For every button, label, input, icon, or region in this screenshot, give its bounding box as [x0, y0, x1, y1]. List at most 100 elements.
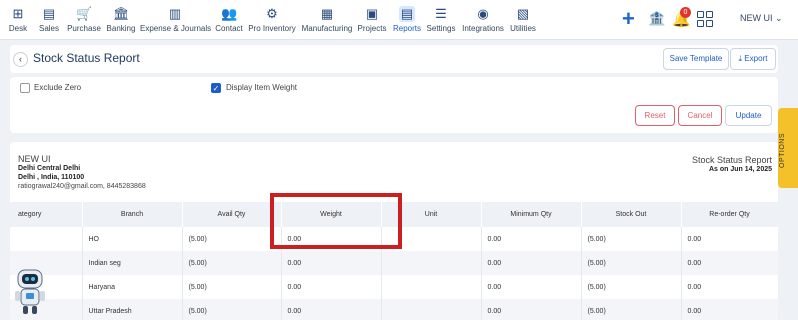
reset-button[interactable]: Reset: [635, 105, 675, 126]
exclude-zero-label: Exclude Zero: [34, 83, 82, 92]
table-cell: Uttar Pradesh: [82, 299, 183, 320]
nav-item-pro-inventory[interactable]: ⚙ Pro Inventory: [247, 0, 297, 40]
table-cell: (5.00): [182, 251, 282, 275]
nav-item-label: Reports: [392, 24, 421, 33]
export-button[interactable]: ⤓ Export: [730, 48, 776, 70]
nav-item-utilities[interactable]: ▧ Utilities: [508, 0, 538, 40]
bank-icon[interactable]: 🏦: [648, 10, 665, 28]
table-row[interactable]: Uttar Pradesh (5.00) 0.00 0.00 (5.00) 0.00: [10, 299, 778, 320]
table-row[interactable]: Haryana (5.00) 0.00 0.00 (5.00) 0.00: [10, 275, 778, 299]
nav-item-purchase[interactable]: 🛒 Purchase: [66, 0, 102, 40]
column-header[interactable]: Re-order Qty: [681, 202, 778, 227]
nav-item-label: Desk: [8, 24, 28, 33]
top-navigation: ⊞ Desk ▤ Sales 🛒 Purchase 🏛 Banking ▥ Expense & J…: [0, 0, 798, 40]
column-header[interactable]: Stock Out: [581, 202, 682, 227]
filter-panel: Exclude Zero ✓ Display Item Weight Reset…: [10, 77, 778, 133]
table-cell: 0.00: [481, 299, 582, 320]
nav-item-reports[interactable]: ▤ Reports: [391, 0, 423, 40]
nav-item-label: Integrations: [462, 24, 504, 33]
add-new-button[interactable]: +: [622, 8, 635, 30]
display-item-weight-checkbox[interactable]: ✓: [211, 83, 221, 93]
table-cell: (5.00): [581, 275, 682, 299]
table-cell: 0.00: [681, 251, 778, 275]
table-cell: [381, 299, 482, 320]
table-cell: 0.00: [681, 299, 778, 320]
nav-item-label: Expense & Journals: [140, 24, 212, 33]
table-cell: [381, 251, 482, 275]
nav-item-label: Contact: [215, 24, 243, 33]
utilities-icon: ▧: [516, 6, 530, 21]
table-cell: 0.00: [481, 251, 582, 275]
table-cell: (5.00): [182, 275, 282, 299]
column-header[interactable]: Avail Qty: [182, 202, 282, 227]
table-cell: HO: [82, 227, 183, 251]
table-cell: 0.00: [281, 299, 382, 320]
table-cell: 0.00: [681, 227, 778, 251]
report-address-line-2: Delhi , India, 110100: [18, 174, 85, 181]
nav-item-manufacturing[interactable]: ▦ Manufacturing: [299, 0, 355, 40]
table-cell: Haryana: [82, 275, 183, 299]
purchase-icon: 🛒: [76, 6, 93, 21]
nav-item-integrations[interactable]: ◉ Integrations: [460, 0, 506, 40]
table-cell: (5.00): [581, 251, 682, 275]
table-cell: Indian seg: [82, 251, 183, 275]
nav-item-label: Projects: [357, 24, 387, 33]
reports-icon: ▤: [399, 6, 415, 22]
table-cell: [10, 227, 83, 251]
assistant-robot-icon[interactable]: [12, 266, 48, 316]
notification-badge: 0: [680, 7, 691, 18]
table-cell: 0.00: [281, 251, 382, 275]
nav-item-contact[interactable]: 👥 Contact: [212, 0, 246, 40]
column-header[interactable]: Minimum Qty: [481, 202, 582, 227]
table-cell: (5.00): [182, 299, 282, 320]
weight-column-highlight: [270, 193, 402, 249]
table-cell: (5.00): [581, 299, 682, 320]
options-label: OPTIONS: [779, 132, 786, 168]
save-template-button[interactable]: Save Template: [663, 48, 729, 70]
journal-icon: ▥: [168, 6, 182, 21]
back-button[interactable]: ‹: [13, 52, 28, 67]
banking-icon: 🏛: [113, 6, 130, 21]
nav-item-label: Pro Inventory: [248, 24, 296, 33]
nav-item-label: Banking: [106, 24, 136, 33]
table-cell: 0.00: [281, 275, 382, 299]
table-cell: (5.00): [581, 227, 682, 251]
contact-icon: 👥: [221, 6, 238, 21]
apps-grid-icon[interactable]: [697, 11, 713, 27]
integrations-icon: ◉: [477, 6, 489, 21]
nav-item-sales[interactable]: ▤ Sales: [36, 0, 62, 40]
nav-item-banking[interactable]: 🏛 Banking: [104, 0, 138, 40]
settings-icon: ☰: [435, 6, 447, 21]
exclude-zero-checkbox[interactable]: [20, 83, 30, 93]
table-cell: 0.00: [681, 275, 778, 299]
table-cell: [381, 275, 482, 299]
page-header: ‹ Stock Status Report Save Template ⤓ Ex…: [10, 45, 778, 73]
nav-item-projects[interactable]: ▣ Projects: [356, 0, 388, 40]
table-row[interactable]: Indian seg (5.00) 0.00 0.00 (5.00) 0.00: [10, 251, 778, 275]
nav-item-label: Utilities: [510, 24, 536, 33]
display-item-weight-label: Display Item Weight: [226, 83, 297, 92]
nav-item-settings[interactable]: ☰ Settings: [424, 0, 458, 40]
report-title: Stock Status Report: [691, 155, 772, 165]
cancel-button[interactable]: Cancel: [678, 105, 722, 126]
options-tab[interactable]: OPTIONS: [778, 108, 798, 188]
nav-item-label: Manufacturing: [301, 24, 353, 33]
nav-item-expense-journals[interactable]: ▥ Expense & Journals: [140, 0, 212, 40]
column-header[interactable]: Branch: [82, 202, 183, 227]
report-address-line-1: Delhi Central Delhi: [18, 165, 81, 172]
report-date: As on Jun 14, 2025: [708, 166, 772, 173]
sales-icon: ▤: [42, 6, 56, 21]
company-selector[interactable]: NEW UI ⌄: [740, 13, 783, 24]
nav-item-label: Purchase: [67, 24, 101, 33]
projects-icon: ▣: [365, 6, 379, 21]
table-cell: 0.00: [481, 275, 582, 299]
table-cell: 0.00: [481, 227, 582, 251]
nav-item-label: Sales: [38, 24, 59, 33]
nav-item-desk[interactable]: ⊞ Desk: [4, 0, 32, 40]
table-cell: (5.00): [182, 227, 282, 251]
page-title: Stock Status Report: [33, 51, 140, 65]
column-header[interactable]: ategory: [10, 202, 83, 227]
inventory-icon: ⚙: [266, 6, 278, 21]
update-button[interactable]: Update: [725, 105, 772, 126]
desk-icon: ⊞: [12, 6, 24, 21]
